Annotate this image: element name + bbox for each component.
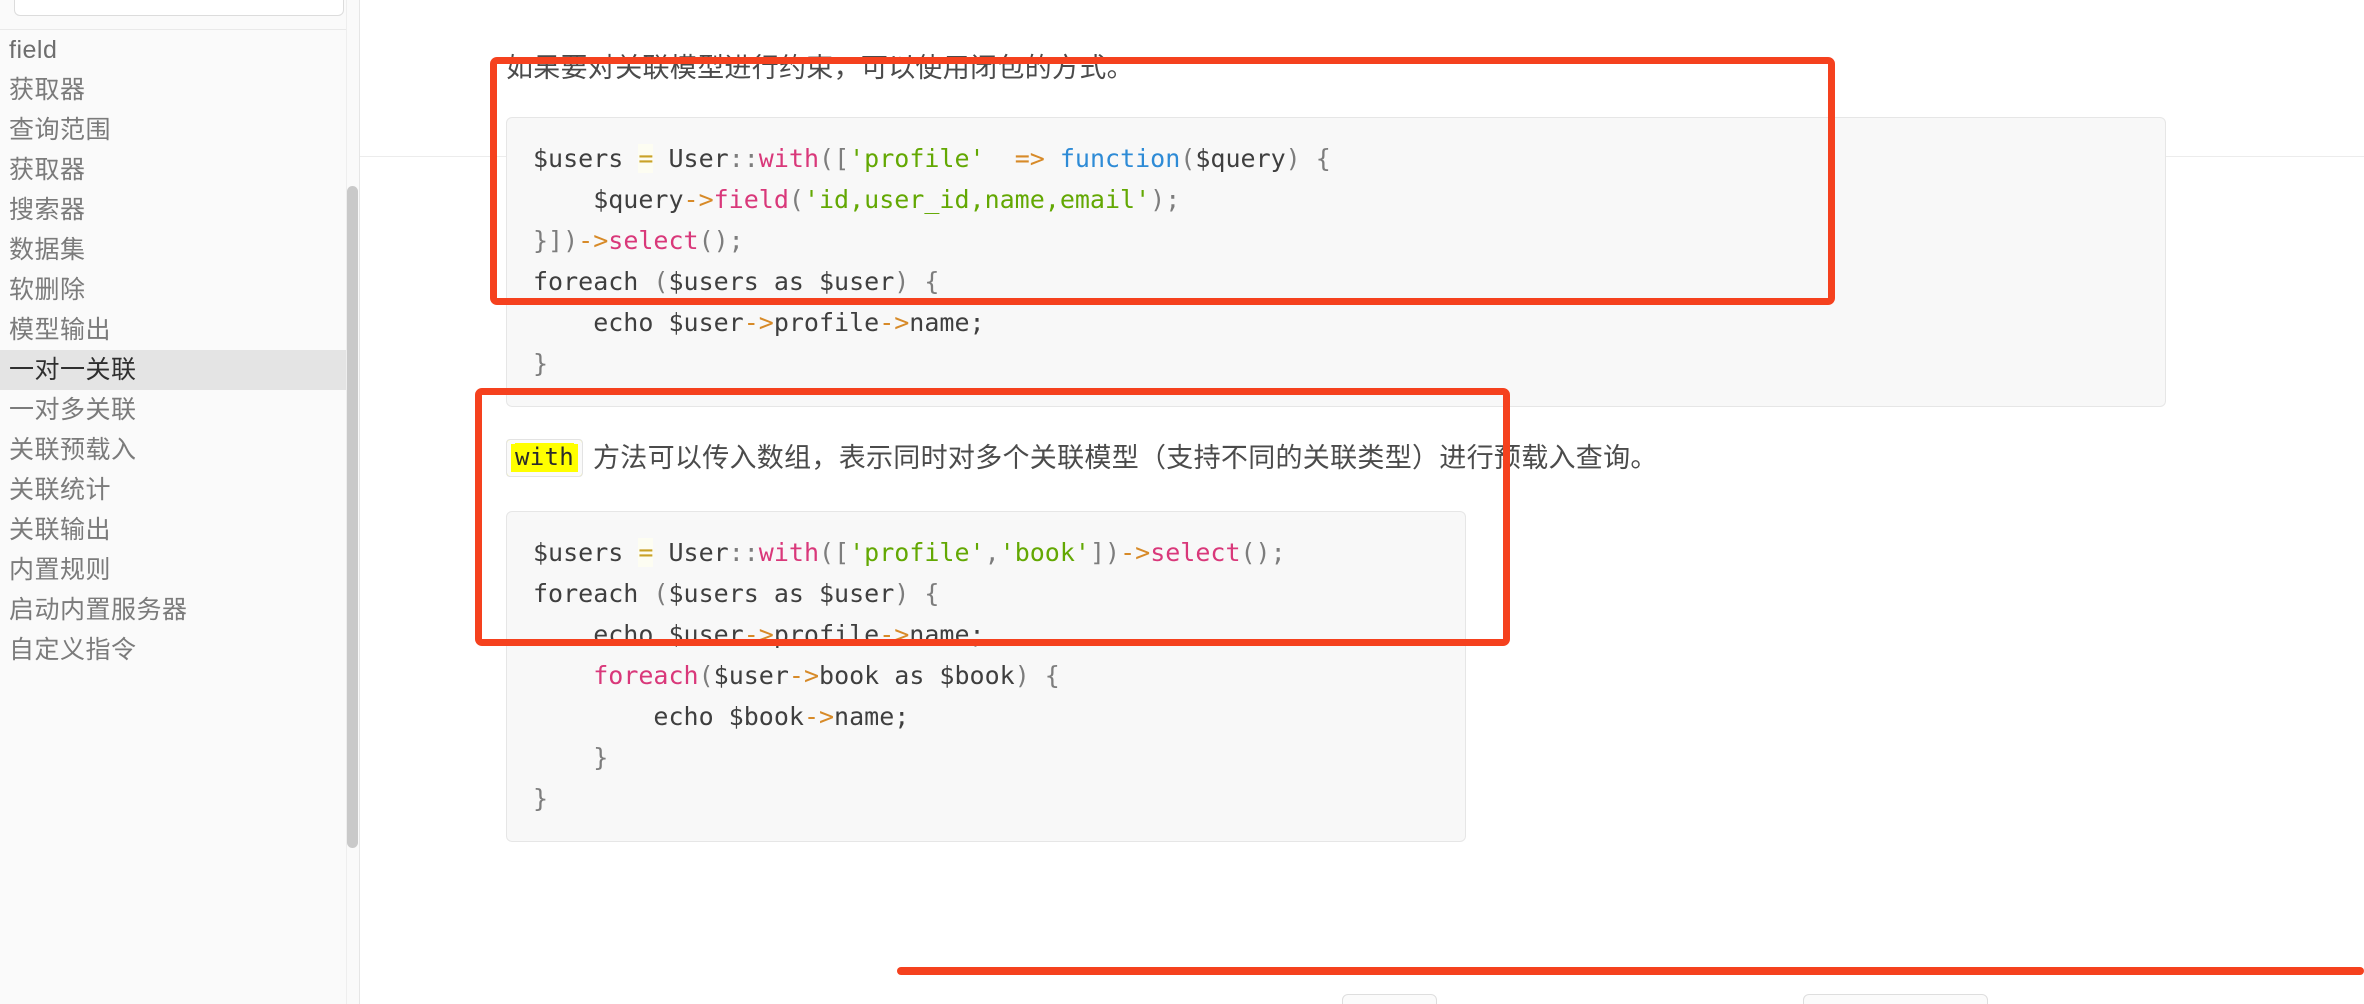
sidebar-scrollbar-track[interactable]	[346, 0, 359, 1004]
sidebar-item-dataset[interactable]: 数据集	[0, 230, 359, 270]
inline-code-with: with	[506, 439, 583, 477]
sidebar-item-query-scope[interactable]: 查询范围	[0, 110, 359, 150]
sidebar-search-area	[0, 0, 359, 30]
paragraph-with-array: with 方法可以传入数组，表示同时对多个关联模型（支持不同的关联类型）进行预载…	[506, 432, 2364, 484]
sidebar: field 获取器 查询范围 获取器 搜索器 数据集 软删除 模型输出 一对一关…	[0, 0, 360, 1004]
paragraph-closure-intro: 如果要对关联模型进行约束，可以使用闭包的方式。	[506, 53, 1134, 83]
sidebar-item-relation-stats[interactable]: 关联统计	[0, 470, 359, 510]
sidebar-item-builtin-rules[interactable]: 内置规则	[0, 550, 359, 590]
sidebar-item-custom-command[interactable]: 自定义指令	[0, 630, 359, 670]
code-block-closure-constraint[interactable]: $users = User::with(['profile' => functi…	[506, 117, 2166, 408]
sidebar-nav-list: field 获取器 查询范围 获取器 搜索器 数据集 软删除 模型输出 一对一关…	[0, 30, 359, 670]
bottom-partial-widget-left	[1342, 994, 1437, 1004]
sidebar-item-builtin-server[interactable]: 启动内置服务器	[0, 590, 359, 630]
sidebar-item-searcher[interactable]: 搜索器	[0, 190, 359, 230]
sidebar-item-field[interactable]: field	[0, 30, 359, 70]
inline-code-text: with	[515, 443, 574, 472]
sidebar-item-relation-output[interactable]: 关联输出	[0, 510, 359, 550]
paragraph-with-array-text: 方法可以传入数组，表示同时对多个关联模型（支持不同的关联类型）进行预载入查询。	[593, 442, 1658, 473]
sidebar-item-one-to-one[interactable]: 一对一关联	[0, 350, 359, 390]
sidebar-item-one-to-many[interactable]: 一对多关联	[0, 390, 359, 430]
article-body: 如果要对关联模型进行约束，可以使用闭包的方式。 $users = User::w…	[360, 27, 2364, 843]
code-block-array-eager-load[interactable]: $users = User::with(['profile','book'])-…	[506, 511, 1466, 843]
sidebar-item-getter-1[interactable]: 获取器	[0, 70, 359, 110]
main-content: 如果要对关联模型进行约束，可以使用闭包的方式。 $users = User::w…	[360, 0, 2364, 1004]
bottom-partial-widget-right	[1803, 994, 1988, 1004]
code-content-2: $users = User::with(['profile','book'])-…	[533, 538, 1286, 814]
sidebar-item-model-output[interactable]: 模型输出	[0, 310, 359, 350]
documentation-page: field 获取器 查询范围 获取器 搜索器 数据集 软删除 模型输出 一对一关…	[0, 0, 2364, 1004]
sidebar-item-getter-2[interactable]: 获取器	[0, 150, 359, 190]
sidebar-item-soft-delete[interactable]: 软删除	[0, 270, 359, 310]
search-input[interactable]	[14, 0, 344, 16]
sidebar-item-eager-loading[interactable]: 关联预载入	[0, 430, 359, 470]
sidebar-scrollbar-thumb[interactable]	[347, 186, 358, 848]
annotation-underline-bar	[897, 967, 2364, 975]
code-content-1: $users = User::with(['profile' => functi…	[533, 144, 1331, 379]
